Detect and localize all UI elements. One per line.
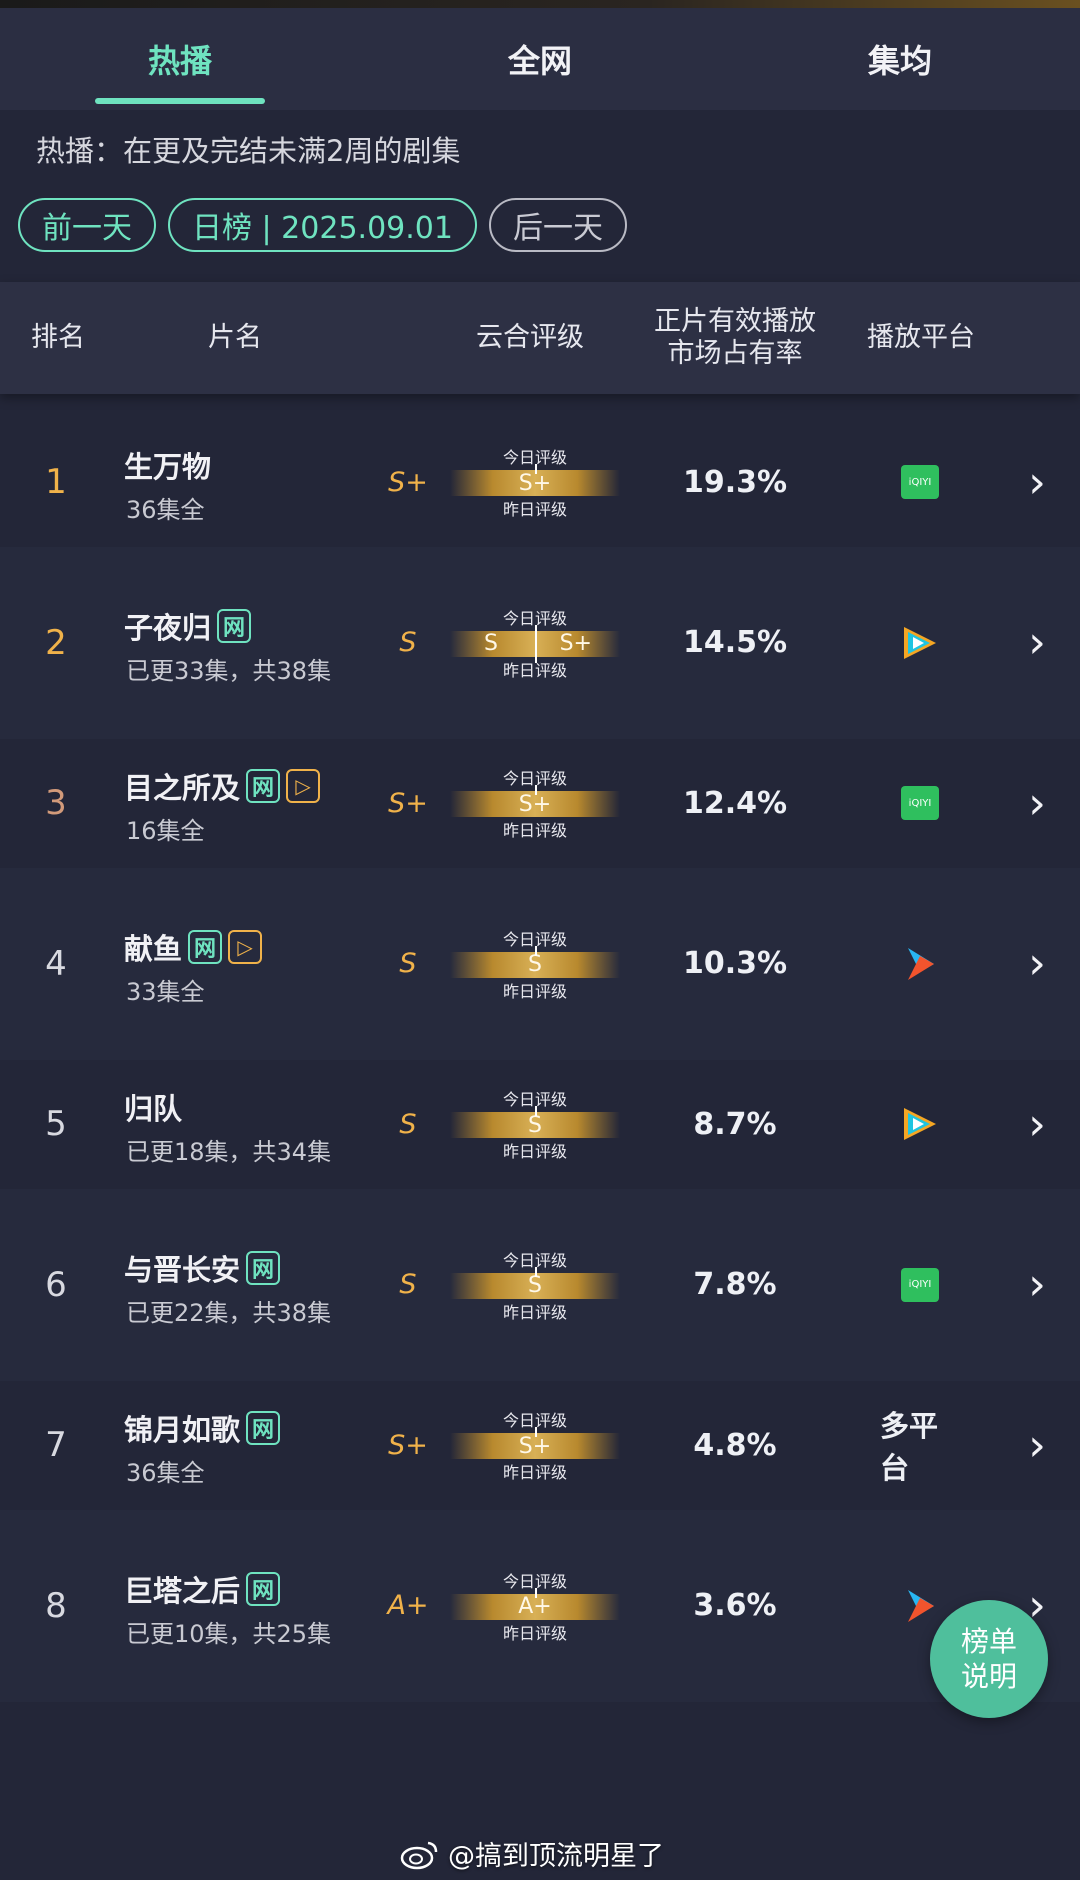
exclusive-play-badge: ▷ xyxy=(286,769,321,803)
episode-status: 36集全 xyxy=(126,1459,205,1487)
tab-per-episode[interactable]: 集均 xyxy=(720,8,1080,110)
web-badge: 网 xyxy=(246,1411,281,1445)
multi-platform-label: 多平台 xyxy=(880,1409,939,1485)
gauge-yesterday-label: 昨日评级 xyxy=(502,500,567,519)
col-share: 正片有效播放 市场占有率 xyxy=(640,282,830,394)
tab-hot[interactable]: 热播 xyxy=(0,8,360,110)
episode-status: 16集全 xyxy=(126,817,205,845)
show-title-text: 锦月如歌 xyxy=(124,1413,241,1447)
iqiyi-icon: iQIYI xyxy=(901,786,939,820)
watermark-handle: @搞到顶流明星了 xyxy=(448,1841,664,1872)
grade-gauge: 今日评级 S 昨日评级 xyxy=(450,1086,620,1162)
grade-gauge: 今日评级 S 昨日评级 xyxy=(450,926,620,1002)
page-subtitle: 热播：在更及完结未满2周的剧集 xyxy=(36,134,461,168)
show-title: 子夜归网 xyxy=(124,605,252,647)
episode-status: 已更10集，共25集 xyxy=(126,1619,332,1648)
prev-day-button[interactable]: 前一天 xyxy=(18,198,156,252)
show-title: 献鱼网 ▷ xyxy=(124,926,263,968)
tab-all-network[interactable]: 全网 xyxy=(360,8,720,110)
episode-status: 已更22集，共38集 xyxy=(126,1298,332,1327)
show-title-text: 与晋长安 xyxy=(124,1252,241,1287)
iqiyi-icon: iQIYI xyxy=(901,1267,939,1302)
show-title: 与晋长安网 xyxy=(124,1247,281,1289)
rank-number: 8 xyxy=(45,1585,67,1626)
weibo-watermark: @搞到顶流明星了 xyxy=(400,1834,664,1873)
grade-gauge: 今日评级 S+ 昨日评级 xyxy=(450,1407,620,1483)
col-grade: 云合评级 xyxy=(476,321,584,353)
tab-bar: 热播 全网 集均 xyxy=(0,8,1080,110)
col-share-line1: 正片有效播放 xyxy=(654,305,816,337)
episode-status: 已更18集，共34集 xyxy=(126,1138,332,1166)
show-title: 目之所及网 ▷ xyxy=(124,765,321,807)
show-title: 巨塔之后网 xyxy=(124,1568,281,1610)
table-header: 排名 片名 云合评级 正片有效播放 市场占有率 播放平台 xyxy=(0,282,1080,394)
list-explanation-button[interactable]: 榜单 说明 xyxy=(930,1600,1048,1718)
gauge-tick xyxy=(535,1266,537,1277)
date-selector[interactable]: 日榜 | 2025.09.01 xyxy=(168,198,477,252)
show-title: 锦月如歌网 xyxy=(124,1407,281,1449)
exclusive-play-badge: ▷ xyxy=(228,929,263,964)
gauge-tick xyxy=(535,1587,537,1598)
iqiyi-icon: iQIYI xyxy=(901,465,939,499)
top-strip xyxy=(0,0,1080,8)
weibo-icon xyxy=(400,1841,438,1869)
gauge-yesterday-label: 昨日评级 xyxy=(502,1302,567,1322)
show-title-text: 生万物 xyxy=(124,450,212,484)
col-platform: 播放平台 xyxy=(867,321,975,353)
tencent-video-icon xyxy=(904,1108,936,1140)
web-badge: 网 xyxy=(246,769,281,803)
show-title-text: 归队 xyxy=(124,1092,183,1126)
show-title-text: 子夜归 xyxy=(124,610,212,645)
gauge-tick xyxy=(535,945,537,956)
col-title: 片名 xyxy=(208,321,262,353)
grade-label: A+ xyxy=(387,1590,429,1621)
grade-gauge: 今日评级 S+ 昨日评级 xyxy=(450,444,620,520)
gauge-tick xyxy=(535,1427,537,1437)
episode-status: 已更33集，共38集 xyxy=(126,656,332,685)
gauge-yesterday-label: 昨日评级 xyxy=(502,821,567,840)
show-title-text: 巨塔之后 xyxy=(124,1573,241,1608)
gauge-yesterday-label: 昨日评级 xyxy=(502,1463,567,1482)
gauge-yesterday-label: 昨日评级 xyxy=(502,981,567,1001)
show-title-text: 目之所及 xyxy=(124,771,241,805)
gauge-tick xyxy=(535,785,537,795)
gauge-yesterday-label: 昨日评级 xyxy=(502,660,567,680)
web-badge: 网 xyxy=(246,1250,281,1285)
episode-status: 33集全 xyxy=(126,977,205,1006)
web-badge: 网 xyxy=(217,608,252,643)
show-title-text: 献鱼 xyxy=(124,931,183,966)
col-share-line2: 市场占有率 xyxy=(667,338,803,369)
gauge-tick xyxy=(535,1106,537,1116)
col-rank: 排名 xyxy=(31,321,85,353)
grade-gauge: 今日评级 S+ 昨日评级 xyxy=(450,765,620,841)
float-line1: 榜单 xyxy=(960,1625,1017,1658)
youku-icon xyxy=(908,947,934,980)
grade-gauge: 今日评级 S 昨日评级 xyxy=(450,1247,620,1323)
next-day-button[interactable]: 后一天 xyxy=(488,198,627,252)
table-row[interactable]: 8 巨塔之后网已更10集，共25集 A+ 今日评级 A+ 昨日评级 3.6% › xyxy=(0,1509,1080,1702)
youku-icon xyxy=(908,1589,934,1622)
gauge-yesterday-label: 昨日评级 xyxy=(502,1623,567,1643)
grade-gauge: 今日评级 A+ 昨日评级 xyxy=(450,1568,620,1644)
gauge-yesterday-label: 昨日评级 xyxy=(502,1142,567,1161)
show-title: 生万物 xyxy=(124,444,211,486)
market-share: 3.6% xyxy=(693,1588,777,1623)
episode-status: 36集全 xyxy=(126,496,205,524)
float-line2: 说明 xyxy=(960,1660,1017,1693)
web-badge: 网 xyxy=(246,1571,281,1606)
date-navigation: 前一天 日榜 | 2025.09.01 后一天 xyxy=(18,198,627,252)
gauge-tick xyxy=(535,464,537,474)
tencent-video-icon xyxy=(904,626,936,659)
show-title: 归队 xyxy=(124,1086,182,1128)
web-badge: 网 xyxy=(188,929,223,964)
grade-gauge: 今日评级 S S+ 昨日评级 xyxy=(450,605,620,681)
